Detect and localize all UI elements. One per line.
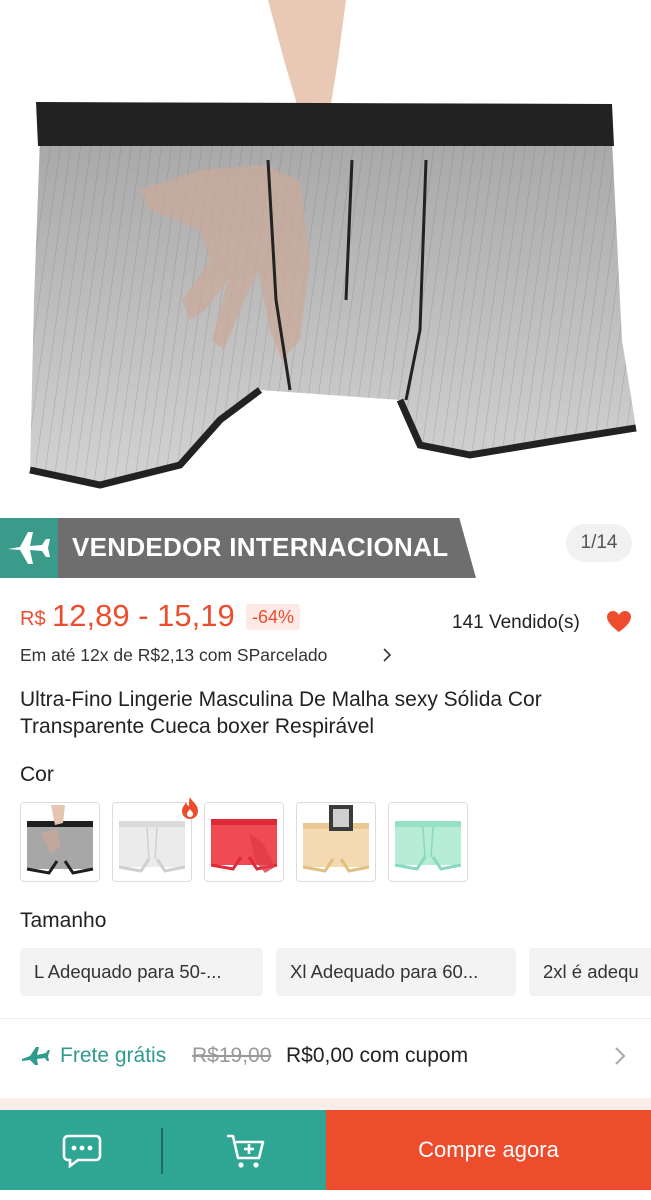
international-seller-banner: VENDEDOR INTERNACIONAL <box>0 518 476 578</box>
product-title: Ultra-Fino Lingerie Masculina De Malha s… <box>20 688 542 738</box>
shipping-plane-icon <box>20 1044 50 1071</box>
section-divider <box>0 1018 651 1019</box>
color-option-mint[interactable] <box>388 802 468 882</box>
product-image[interactable] <box>0 0 651 580</box>
image-pager: 1/14 <box>566 524 632 562</box>
bottom-safe-area <box>0 1190 651 1200</box>
price-row: R$ 12,89 - 15,19 -64% 141 Vendido(s) <box>20 598 640 638</box>
color-option-beige[interactable] <box>296 802 376 882</box>
color-option-red[interactable] <box>204 802 284 882</box>
discount-badge: -64% <box>246 604 301 630</box>
add-to-cart-button[interactable] <box>163 1110 326 1190</box>
banner-label: VENDEDOR INTERNACIONAL <box>72 532 449 562</box>
free-shipping-label: Frete grátis <box>60 1044 167 1067</box>
next-section-peek <box>0 1098 651 1110</box>
size-options: L Adequado para 50-... Xl Adequado para … <box>20 948 651 996</box>
shipping-row[interactable]: Frete grátis R$19,00 R$0,00 com cupom <box>0 1030 651 1084</box>
product-photo <box>29 0 637 489</box>
shipping-old-price: R$19,00 <box>192 1044 272 1067</box>
heart-icon[interactable] <box>606 610 632 639</box>
size-section-label: Tamanho <box>20 909 107 932</box>
hot-flame-icon <box>179 796 201 825</box>
sold-count: 141 Vendido(s) <box>452 612 580 633</box>
price-currency: R$ <box>20 608 46 630</box>
size-option-l[interactable]: L Adequado para 50-... <box>20 948 263 996</box>
size-option-2xl[interactable]: 2xl é adequ <box>529 948 651 996</box>
color-option-black[interactable] <box>20 802 100 882</box>
buy-now-button[interactable]: Compre agora <box>326 1110 651 1190</box>
shipping-new-price: R$0,00 com cupom <box>286 1044 469 1067</box>
size-option-xl[interactable]: Xl Adequado para 60... <box>276 948 516 996</box>
banner-icon-box <box>0 518 58 578</box>
bottom-action-bar: Compre agora <box>0 1110 651 1190</box>
chat-icon <box>62 1134 102 1168</box>
installments-link[interactable]: Em até 12x de R$2,13 com SParcelado <box>20 645 327 666</box>
color-options <box>20 802 640 882</box>
chevron-right-icon[interactable] <box>382 646 392 669</box>
add-to-cart-icon <box>227 1134 265 1168</box>
color-section-label: Cor <box>20 763 54 786</box>
chat-button[interactable] <box>0 1110 163 1190</box>
price-range: 12,89 - 15,19 <box>52 598 235 633</box>
airplane-icon <box>8 532 50 564</box>
chevron-right-icon[interactable] <box>614 1046 626 1071</box>
